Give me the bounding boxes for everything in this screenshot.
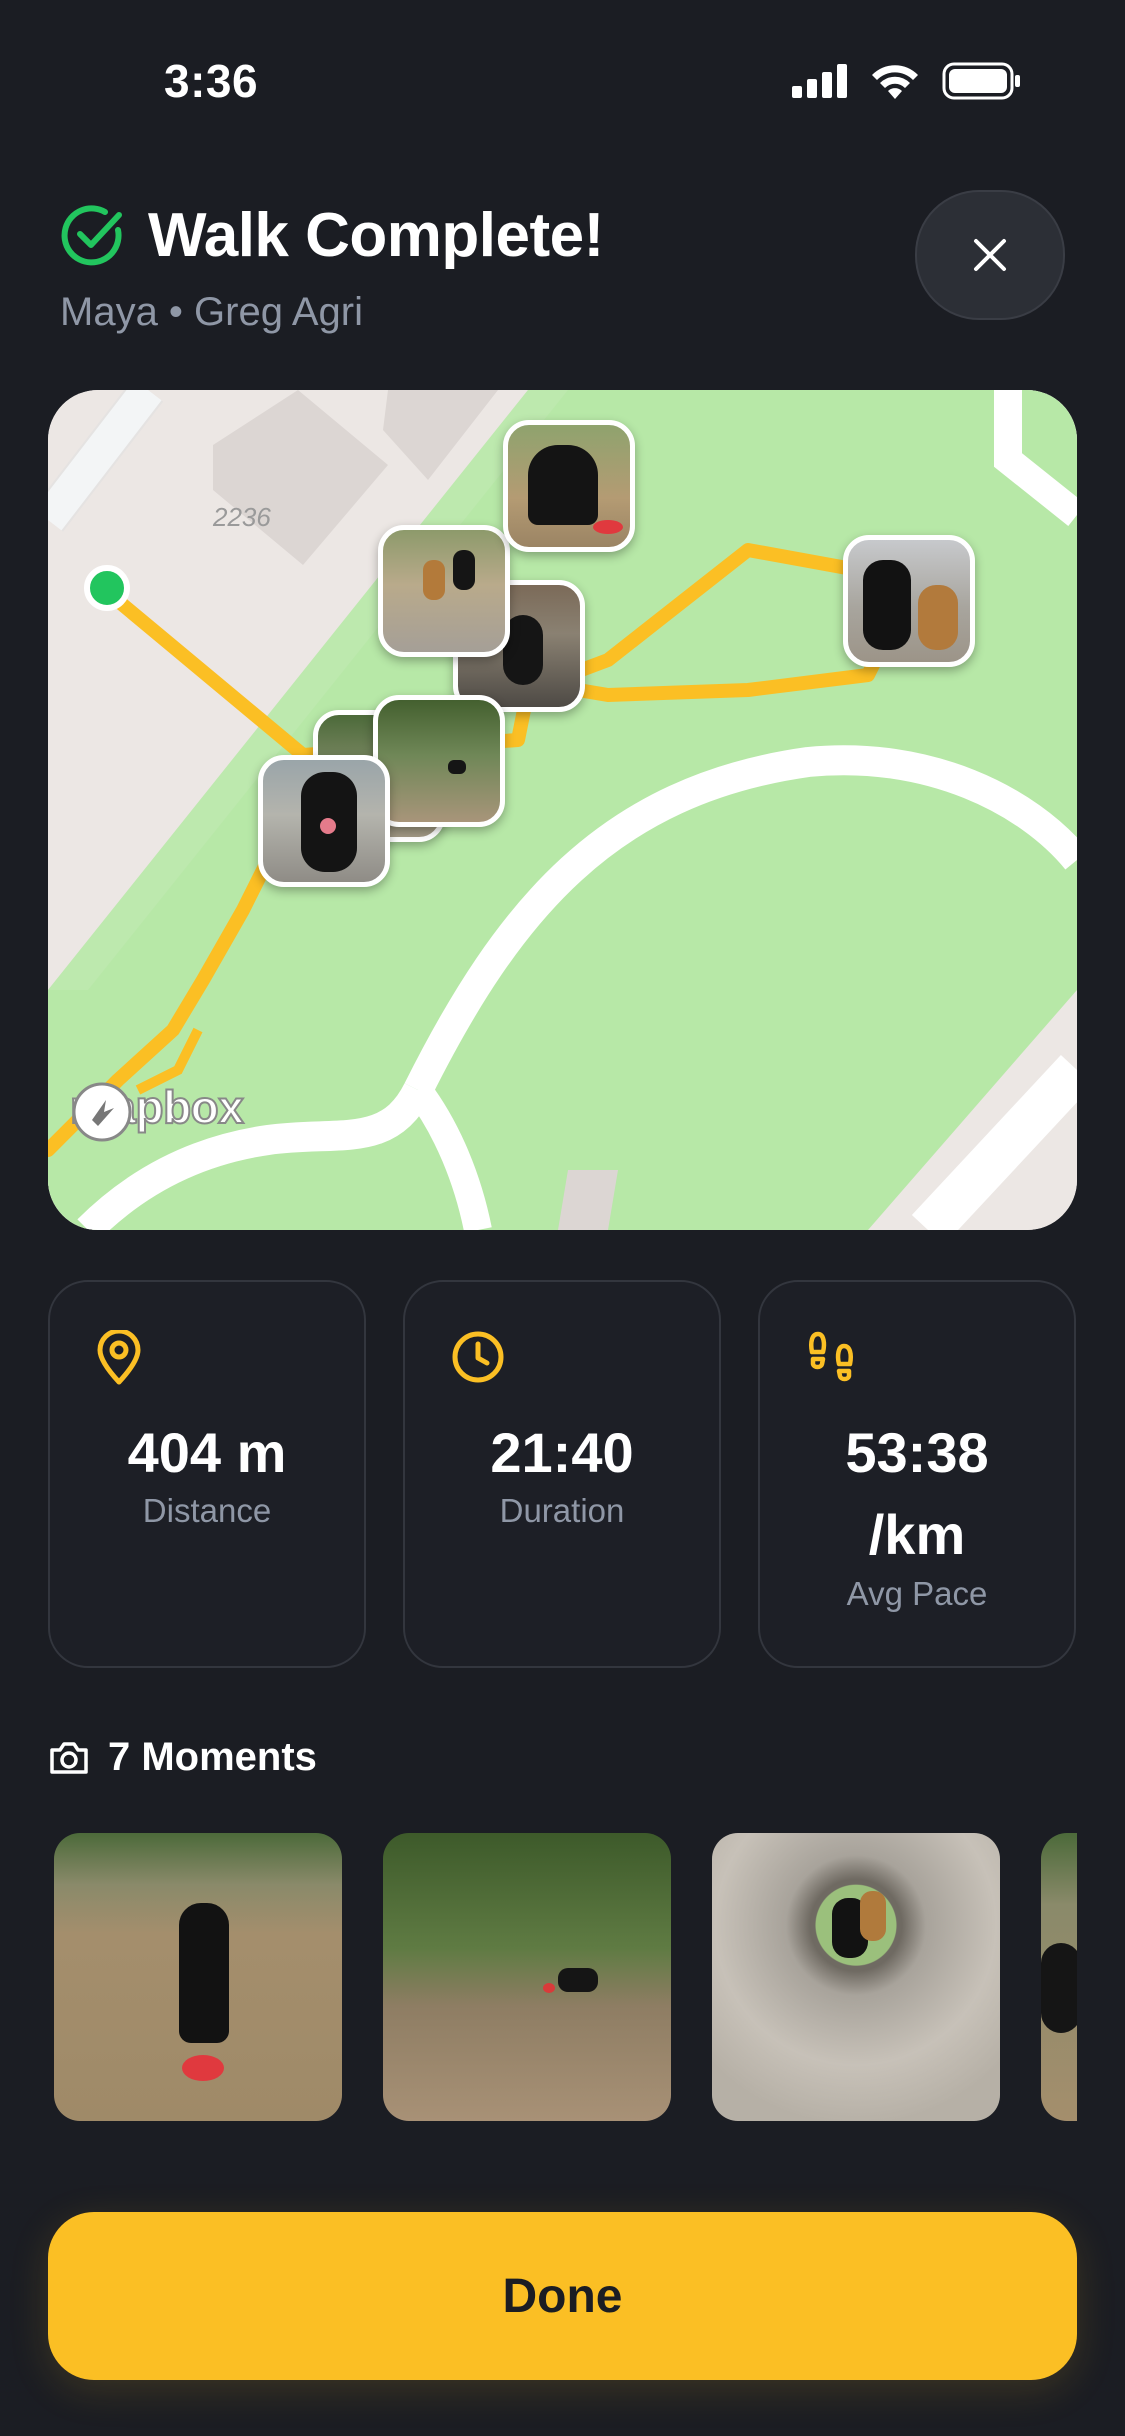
mapbox-logo-icon: [72, 1082, 132, 1142]
header-title-row: Walk Complete!: [60, 200, 604, 271]
route-start-marker: [84, 565, 130, 611]
photo-pin[interactable]: [843, 535, 975, 667]
moments-header: 7 Moments: [48, 1735, 317, 1780]
check-circle-icon: [61, 204, 122, 265]
stat-value-line1: 53:38: [845, 1421, 989, 1484]
photo-pin[interactable]: [378, 525, 510, 657]
stat-card-duration: 21:40 Duration: [403, 1280, 721, 1668]
status-icons: [792, 62, 1022, 100]
photo-pin[interactable]: [258, 755, 390, 887]
close-button[interactable]: [915, 190, 1065, 320]
done-button[interactable]: Done: [48, 2212, 1077, 2380]
stat-label: Avg Pace: [846, 1575, 988, 1612]
camera-icon: [50, 1741, 88, 1774]
stat-value: 53:38 /km: [760, 1412, 1074, 1576]
wifi-icon: [872, 65, 918, 99]
moments-title: 7 Moments: [108, 1735, 317, 1779]
moment-thumbnail[interactable]: [383, 1833, 671, 2121]
cellular-signal-icon: [792, 64, 847, 98]
photo-pin[interactable]: [503, 420, 635, 552]
walk-complete-screen: 3:36 Walk Complete! Maya • Greg Agri 223…: [0, 0, 1125, 2436]
status-time: 3:36: [164, 55, 259, 107]
moment-thumbnail[interactable]: [712, 1833, 1000, 2121]
clock-icon: [452, 1331, 504, 1383]
done-button-label: Done: [502, 2269, 623, 2323]
photo-pin[interactable]: [373, 695, 505, 827]
walk-subtitle: Maya • Greg Agri: [60, 290, 364, 334]
stat-label: Duration: [499, 1492, 625, 1529]
route-map[interactable]: 2236 mapbox: [48, 390, 1077, 1230]
mapbox-attribution[interactable]: mapbox: [69, 1080, 245, 1142]
map-pin-icon: [97, 1330, 141, 1385]
battery-icon: [942, 62, 1020, 100]
moment-thumbnail[interactable]: [1041, 1833, 1077, 2121]
stat-label: Distance: [142, 1492, 272, 1529]
stat-value-line2: /km: [868, 1503, 966, 1566]
street-number-label: 2236: [213, 502, 271, 532]
stat-card-avg-pace: 53:38 /km Avg Pace: [758, 1280, 1076, 1668]
stat-value: 21:40: [490, 1421, 634, 1484]
close-icon: [974, 239, 1006, 271]
moment-thumbnail[interactable]: [54, 1833, 342, 2121]
stat-value: 404 m: [127, 1421, 287, 1484]
moments-strip[interactable]: [54, 1833, 1077, 2123]
page-title: Walk Complete!: [148, 201, 604, 270]
footprints-icon: [809, 1331, 853, 1382]
stat-card-distance: 404 m Distance: [48, 1280, 366, 1668]
